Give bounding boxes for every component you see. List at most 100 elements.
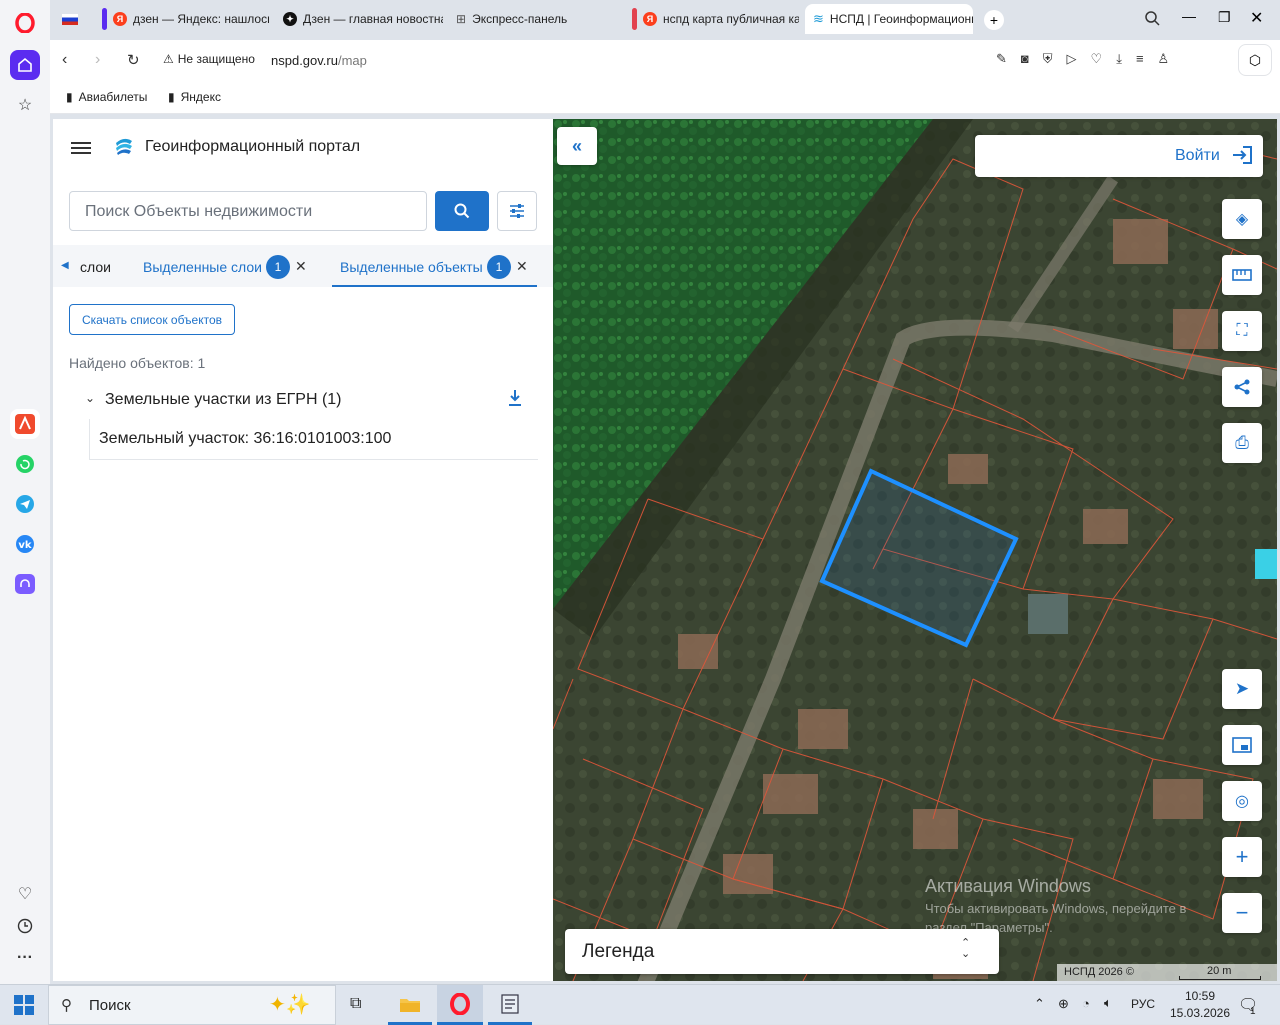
download-icon[interactable]: ⤓ [1116,51,1122,67]
opera-taskbar-icon[interactable] [437,985,483,1025]
tab-layers[interactable]: слои [80,259,111,275]
tray-date[interactable]: 15.03.2026 [1168,1006,1232,1020]
search-placeholder: Поиск Объекты недвижимости [85,203,313,220]
tab-selected-objects[interactable]: Выделенные объекты [340,259,483,275]
back-icon[interactable]: ‹ [62,51,67,69]
telegram-icon[interactable] [10,489,40,519]
notepad-icon[interactable] [488,985,532,1025]
tray-time[interactable]: 10:59 [1178,989,1222,1003]
bookmark-label: Яндекс [180,90,221,104]
hamburger-menu-icon[interactable] [71,139,91,157]
profile-icon[interactable]: ♙ [1158,51,1170,67]
tab-label: Дзен — главная новостная [303,12,443,26]
close-selected-objects-icon[interactable]: ✕ [516,258,528,275]
tab-express-panel[interactable]: ⊞ Экспресс-панель [448,4,618,34]
tab-pill-icon [632,8,637,30]
more-icon[interactable]: ··· [10,943,40,973]
taskbar-search-input[interactable]: ⚲ Поиск ✦✨ [48,985,336,1025]
geolocate-button[interactable]: ➤ [1222,669,1262,709]
star-icon[interactable]: ☆ [10,90,40,120]
tray-network-icon[interactable]: ⊕ [1058,996,1069,1012]
send-icon[interactable]: ▷ [1067,51,1077,67]
vk-icon[interactable]: vk [10,529,40,559]
collapse-panel-button[interactable]: « [557,127,597,165]
portal-title: Геоинформационный портал [145,138,361,155]
search-button[interactable] [435,191,489,231]
chevron-down-icon[interactable]: ⌄ [85,391,95,405]
svg-text:vk: vk [18,540,32,551]
scale-bar [1179,976,1261,980]
download-list-button[interactable]: Скачать список объектов [69,304,235,335]
active-tab-underline [332,285,537,287]
search-icon [454,203,470,219]
tray-language[interactable]: РУС [1131,997,1155,1011]
url-input[interactable]: nspd.gov.ru/map [271,53,367,68]
file-explorer-icon[interactable] [388,985,432,1025]
plus-icon: + [1235,844,1249,869]
reload-icon[interactable]: ↻ [127,51,140,69]
edit-icon[interactable]: ✎ [996,51,1007,67]
legend-panel[interactable]: Легенда ⌃ ⌄ [565,929,999,974]
list-item[interactable]: Земельный участок: 36:16:0101003:100 [89,419,538,460]
tab-selected-layers[interactable]: Выделенные слои [143,259,262,275]
area-select-button[interactable]: ⛶ [1222,311,1262,351]
filter-button[interactable] [497,191,537,231]
satellite-map[interactable] [553,119,1277,981]
tray-wifi-icon[interactable]: ◔ [1082,996,1090,1011]
print-button[interactable]: ⎙ [1222,423,1262,463]
forward-icon[interactable]: › [95,51,100,69]
tab-nspd-search[interactable]: Я нспд карта публичная кадастровая [624,4,799,34]
search-location-button[interactable]: ◎ [1222,781,1262,821]
whatsapp-icon[interactable] [10,449,40,479]
tray-volume-icon[interactable]: 🔈︎ [1104,995,1112,1011]
map-area[interactable]: « Войти ◈ ⛶ ⎙ ➤ ◎ + − Активация Windows … [553,119,1277,981]
bookmark-yandex[interactable]: ▮ Яндекс [168,90,221,104]
bookmark-aviabilety[interactable]: ▮ Авиабилеты [66,90,147,104]
search-input[interactable]: Поиск Объекты недвижимости [69,191,427,231]
heart-icon[interactable]: ♡ [10,879,40,909]
tab-nspd-active[interactable]: ≋ НСПД | Геоинформационный [805,4,973,34]
layers-button[interactable]: ◈ [1222,199,1262,239]
home-icon[interactable] [10,50,40,80]
menu-easy-setup-icon[interactable]: ≡ [1136,51,1144,67]
zoom-out-button[interactable]: − [1222,893,1262,933]
download-group-icon[interactable] [508,389,522,412]
login-button[interactable]: Войти [975,135,1263,177]
extensions-icon[interactable]: ⬡ [1238,44,1272,76]
tray-chevron-up-icon[interactable]: ⌃ [1034,996,1045,1012]
minimize-icon[interactable]: — [1182,8,1196,24]
shield-icon[interactable]: ⛨ [1043,51,1053,67]
share-icon [1234,379,1250,395]
tab-dzen-main[interactable]: ✦ Дзен — главная новостная [275,4,443,34]
history-icon[interactable] [10,911,40,941]
area-select-icon: ⛶ [1236,322,1248,339]
zoom-in-button[interactable]: + [1222,837,1262,877]
task-view-icon[interactable]: ⧉ [350,995,361,1013]
search-tabs-icon[interactable] [1144,10,1160,31]
bookmarks-bar: ▮ Авиабилеты ▮ Яндекс [50,80,1280,114]
minimap-button[interactable] [1222,725,1262,765]
group-title[interactable]: Земельные участки из ЕГРН (1) [105,391,342,409]
ruler-button[interactable] [1222,255,1262,295]
close-selected-layers-icon[interactable]: ✕ [295,258,307,275]
tabs-scroll-left-icon[interactable]: ◀ [61,260,69,271]
address-bar: ‹ › ↻ ⚠ Не защищено nspd.gov.ru/map ✎ ◙ … [50,40,1280,80]
aria-icon[interactable] [10,409,40,439]
maximize-icon[interactable]: ❐ [1218,9,1231,26]
expand-collapse-icon[interactable]: ⌃ ⌄ [961,938,970,960]
tab-flag[interactable] [54,4,88,34]
music-player-icon[interactable] [10,569,40,599]
share-button[interactable] [1222,367,1262,407]
tab-dzen-search[interactable]: Я дзен — Яндекс: нашлось [94,4,269,34]
minus-icon: − [1235,900,1249,925]
opera-logo-icon[interactable] [10,8,40,38]
page-icon: ▮ [66,90,73,104]
close-window-icon[interactable]: ✕ [1250,8,1263,28]
russia-flag-icon [62,13,78,25]
camera-icon[interactable]: ◙ [1021,51,1029,67]
security-indicator[interactable]: ⚠ Не защищено [163,52,255,66]
new-tab-button[interactable]: + [984,10,1004,30]
favorite-icon[interactable]: ♡ [1091,51,1103,67]
windows-start-icon[interactable] [14,995,34,1020]
selected-objects-count: 1 [487,255,511,279]
